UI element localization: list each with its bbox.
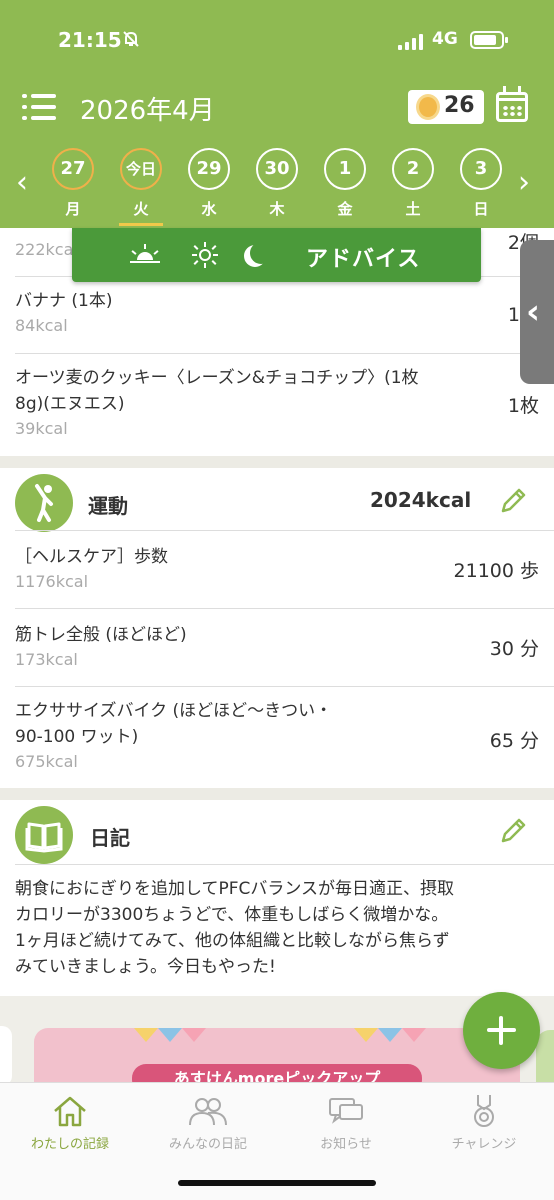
day-selector-item[interactable]: 29 水 xyxy=(187,148,231,219)
exercise-item-kcal: 675kcal xyxy=(15,752,78,771)
day-weekday: 月 xyxy=(65,200,81,218)
divider xyxy=(15,864,554,865)
day-weekday: 土 xyxy=(405,200,421,218)
day-weekday: 水 xyxy=(201,200,217,218)
exercise-item-qty: 30 分 xyxy=(489,638,539,660)
month-title[interactable]: 2026年4月 xyxy=(80,90,215,127)
people-icon xyxy=(188,1093,228,1129)
exercise-item-kcal: 1176kcal xyxy=(15,572,89,591)
calendar-icon[interactable] xyxy=(496,86,528,122)
chat-icon xyxy=(326,1093,366,1129)
day-number: 29 xyxy=(188,148,230,190)
medal-icon xyxy=(416,94,440,120)
diary-text[interactable]: 朝食におにぎりを追加してPFCバランスが毎日適正、摂取 カロリーが3300ちょう… xyxy=(15,876,545,980)
status-bar: 21:15 4G xyxy=(0,28,554,58)
day-selector-today[interactable]: 今日 火 xyxy=(119,148,163,226)
exercise-item-name: 筋トレ全般 (ほどほど) xyxy=(15,625,187,645)
sunrise-icon[interactable] xyxy=(130,244,160,266)
tab-my-records[interactable]: わたしの記録 xyxy=(0,1093,140,1152)
add-record-button[interactable] xyxy=(463,992,540,1069)
day-selector-item[interactable]: 27 月 xyxy=(51,148,95,219)
divider xyxy=(15,608,554,609)
diary-line: カロリーが3300ちょうどで、体重もしばらく微増かな。 xyxy=(15,905,449,925)
moon-icon[interactable] xyxy=(250,242,272,264)
advice-bar[interactable]: アドバイス xyxy=(72,228,481,282)
exercise-card: 運動 2024kcal ［ヘルスケア］歩数 1176kcal 21100 歩 筋… xyxy=(0,468,554,788)
food-item-kcal: 222kcal xyxy=(15,240,78,259)
exercise-item-name: ［ヘルスケア］歩数 xyxy=(15,547,168,567)
network-type: 4G xyxy=(432,29,458,49)
food-item-kcal: 39kcal xyxy=(15,419,68,438)
day-selector-item[interactable]: 1 金 xyxy=(323,148,367,219)
prev-week-chevron-icon[interactable]: ‹ xyxy=(16,168,28,198)
day-number: 30 xyxy=(256,148,298,190)
divider xyxy=(15,353,554,354)
battery-icon xyxy=(470,31,508,49)
food-item-kcal: 84kcal xyxy=(15,316,68,335)
exercise-icon xyxy=(15,474,73,532)
food-item-qty: 1枚 xyxy=(507,395,539,417)
day-selector-item[interactable]: 2 土 xyxy=(391,148,435,219)
diary-card: 日記 朝食におにぎりを追加してPFCバランスが毎日適正、摂取 カロリーが3300… xyxy=(0,800,554,996)
exercise-title: 運動 xyxy=(88,494,128,518)
day-weekday: 火 xyxy=(133,200,149,218)
medal-count: 26 xyxy=(444,93,475,118)
divider xyxy=(15,530,554,531)
trophy-icon xyxy=(464,1093,504,1129)
exercise-total-kcal: 2024kcal xyxy=(370,488,472,512)
day-number: 1 xyxy=(324,148,366,190)
plus-icon-vertical xyxy=(499,1016,503,1045)
chevron-left-icon: ‹ xyxy=(526,292,541,332)
food-item-name: バナナ (1本) xyxy=(15,291,113,311)
exercise-item-qty: 21100 歩 xyxy=(453,560,539,582)
day-weekday: 金 xyxy=(337,200,353,218)
divider xyxy=(15,686,554,687)
tab-notifications[interactable]: お知らせ xyxy=(276,1093,416,1152)
status-time: 21:15 xyxy=(58,28,122,52)
home-icon xyxy=(50,1093,90,1129)
exercise-item-qty: 65 分 xyxy=(489,730,539,752)
signal-icon xyxy=(398,34,423,50)
diary-line: 朝食におにぎりを追加してPFCバランスが毎日適正、摂取 xyxy=(15,879,455,899)
diary-line: 1ヶ月ほど続けてみて、他の体組織と比較しながら焦らず xyxy=(15,931,450,951)
day-number: 27 xyxy=(52,148,94,190)
day-number: 2 xyxy=(392,148,434,190)
menu-icon[interactable] xyxy=(22,94,56,120)
home-indicator xyxy=(178,1180,376,1186)
exercise-item-kcal: 173kcal xyxy=(15,650,78,669)
day-number: 今日 xyxy=(120,148,162,190)
tab-challenge[interactable]: チャレンジ xyxy=(414,1093,554,1152)
banner-prev-peek[interactable] xyxy=(0,1026,12,1086)
tab-label: みんなの日記 xyxy=(168,1137,247,1152)
bell-muted-icon xyxy=(122,30,140,52)
diary-title: 日記 xyxy=(90,826,130,850)
sun-icon[interactable] xyxy=(192,242,218,268)
tab-label: チャレンジ xyxy=(451,1137,517,1152)
day-weekday: 木 xyxy=(269,200,285,218)
day-selector-item[interactable]: 3 日 xyxy=(459,148,503,219)
pencil-icon[interactable] xyxy=(498,486,528,516)
medal-counter[interactable]: 26 xyxy=(408,90,484,124)
app-header: 21:15 4G 2026年4月 26 ‹ › 27 月 今日 火 29 水 3… xyxy=(0,0,554,228)
tab-everyone-diary[interactable]: みんなの日記 xyxy=(138,1093,278,1152)
food-item-name: オーツ麦のクッキー〈レーズン&チョコチップ〉(1枚 xyxy=(15,368,419,388)
diary-line: みていきましょう。今日もやった! xyxy=(15,957,276,977)
day-selector-item[interactable]: 30 木 xyxy=(255,148,299,219)
selected-day-indicator xyxy=(119,223,163,226)
side-panel-handle[interactable]: ‹ xyxy=(520,240,554,384)
tab-label: お知らせ xyxy=(320,1137,372,1152)
day-number: 3 xyxy=(460,148,502,190)
exercise-item-name: エクササイズバイク (ほどほど〜きつい・ xyxy=(15,701,333,721)
food-item-name-line2: 8g)(エヌエス) xyxy=(15,394,125,414)
next-week-chevron-icon[interactable]: › xyxy=(518,168,530,198)
bunting-decoration xyxy=(134,1028,426,1042)
day-weekday: 日 xyxy=(473,200,489,218)
pencil-icon[interactable] xyxy=(498,816,528,846)
tab-label: わたしの記録 xyxy=(30,1137,109,1152)
book-icon xyxy=(15,806,73,864)
exercise-item-name-line2: 90-100 ワット) xyxy=(15,727,139,747)
advice-label: アドバイス xyxy=(306,247,421,272)
